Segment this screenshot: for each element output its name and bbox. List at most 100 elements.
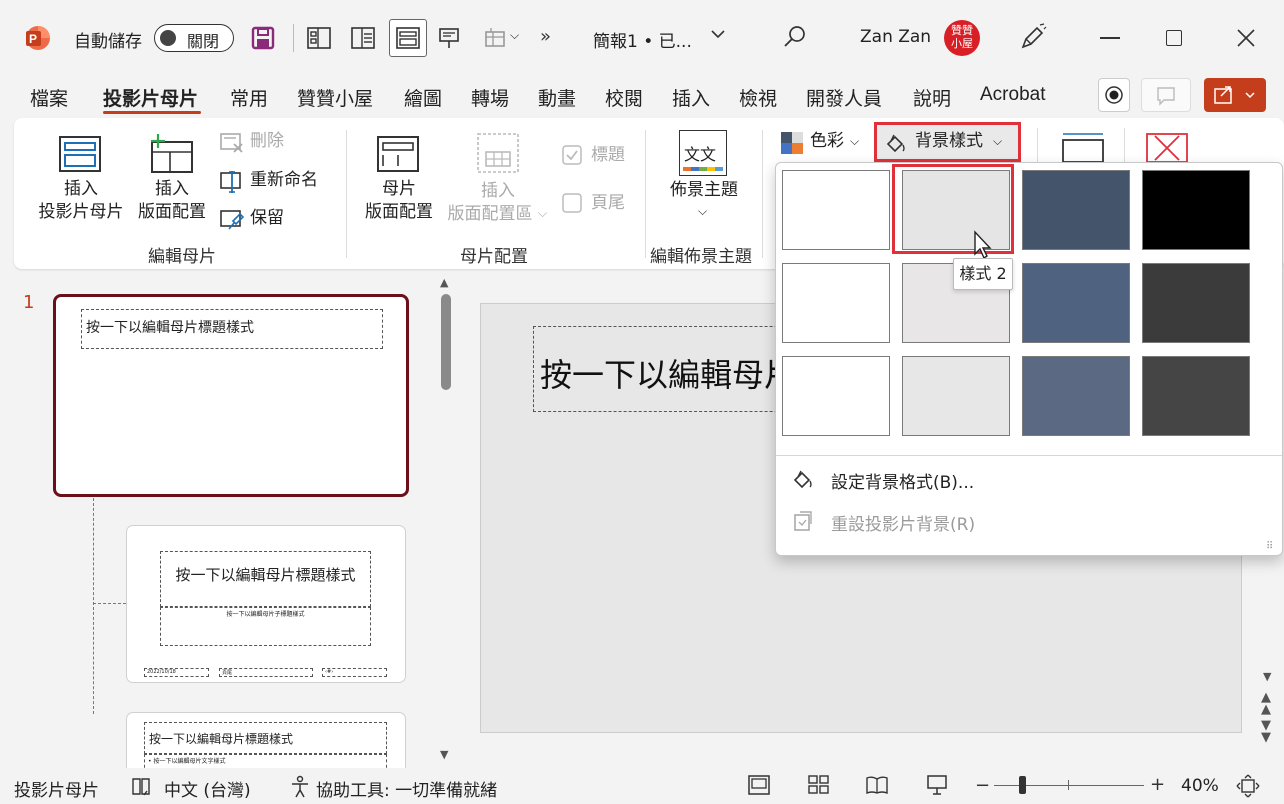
background-style-swatch[interactable]: [1018, 260, 1138, 353]
zoom-slider-track[interactable]: [994, 785, 1144, 786]
insert-slide-master-button[interactable]: 插入 投影片母片: [39, 130, 124, 230]
zoom-slider-thumb[interactable]: [1019, 776, 1026, 794]
slide-master-thumbnail[interactable]: 按一下以編輯母片標題樣式: [53, 294, 409, 497]
outline-view-button[interactable]: [346, 21, 380, 55]
save-button[interactable]: [246, 21, 280, 55]
tab-insert[interactable]: 插入: [672, 84, 710, 111]
tab-draw[interactable]: 繪圖: [404, 84, 442, 111]
layout-thumbnail-content[interactable]: 按一下以編輯母片標題樣式 • 按一下以編輯母片文字樣式: [127, 713, 405, 773]
menu-divider: [776, 455, 1282, 456]
comments-button[interactable]: [1141, 78, 1191, 112]
zoom-in-button[interactable]: +: [1150, 774, 1165, 795]
status-accessibility[interactable]: 協助工具: 一切準備就緒: [316, 776, 497, 801]
normal-view-button[interactable]: [302, 21, 336, 55]
rename-icon: [220, 171, 241, 193]
tree-connector: [93, 603, 126, 604]
footer-checkbox[interactable]: 頁尾: [562, 192, 632, 216]
slides-pane-scrollbar[interactable]: ▲ ▼: [435, 272, 457, 766]
master-layout-button[interactable]: 母片 版面配置: [362, 130, 436, 230]
tab-review[interactable]: 校閱: [605, 84, 643, 111]
tab-transitions[interactable]: 轉場: [471, 84, 509, 111]
insert-placeholder-label-1: 插入: [481, 181, 515, 201]
search-icon[interactable]: [782, 24, 808, 50]
slideshow-icon[interactable]: [925, 774, 949, 796]
save-icon: [251, 26, 275, 50]
slide-size-button[interactable]: [1060, 130, 1106, 162]
previous-slide-icon[interactable]: ▲ ▲: [1261, 691, 1271, 716]
format-background-menu-item[interactable]: 設定背景格式(B)...: [776, 460, 1282, 498]
background-style-swatch[interactable]: [1018, 353, 1138, 446]
close-master-view-button[interactable]: [1145, 132, 1191, 162]
accessibility-icon[interactable]: [288, 775, 312, 799]
tab-help[interactable]: 說明: [913, 84, 951, 111]
scroll-down-icon[interactable]: ▼: [440, 748, 448, 761]
notes-book-icon[interactable]: [130, 776, 152, 798]
status-language[interactable]: 中文 (台灣): [164, 776, 251, 801]
background-styles-button[interactable]: 背景樣式 ⌵: [874, 122, 1021, 162]
background-style-swatch[interactable]: [898, 353, 1018, 446]
preserve-button[interactable]: 保留: [220, 207, 320, 233]
background-style-swatch[interactable]: [1138, 353, 1258, 446]
tab-custom[interactable]: 贊贊小屋: [297, 84, 373, 111]
insert-placeholder-button[interactable]: 插入 版面配置區 ⌵: [444, 130, 552, 230]
filename-chevron-icon[interactable]: [708, 24, 728, 44]
background-style-swatch[interactable]: [778, 260, 898, 353]
tab-slide-master[interactable]: 投影片母片: [103, 84, 198, 111]
user-name[interactable]: Zan Zan: [860, 27, 931, 47]
reading-view-icon[interactable]: [866, 775, 888, 795]
colors-button[interactable]: 色彩 ⌵: [778, 128, 866, 158]
background-style-swatch[interactable]: [898, 167, 1018, 260]
scroll-up-icon[interactable]: ▲: [440, 276, 448, 289]
tab-file[interactable]: 檔案: [30, 84, 68, 111]
present-button[interactable]: [432, 21, 466, 55]
avatar[interactable]: 贊贊小屋: [944, 20, 980, 56]
maximize-button[interactable]: [1166, 30, 1182, 46]
close-button[interactable]: [1236, 28, 1256, 48]
insert-master-label-1: 插入: [64, 179, 98, 199]
reset-background-label: 重設投影片背景(R): [831, 515, 976, 535]
reset-background-menu-item[interactable]: 重設投影片背景(R): [776, 502, 1282, 540]
autosave-toggle[interactable]: 關閉: [154, 24, 234, 52]
title-checkbox[interactable]: 標題: [562, 144, 632, 168]
share-button[interactable]: [1204, 78, 1266, 112]
tab-acrobat[interactable]: Acrobat: [980, 84, 1045, 106]
more-commands-icon[interactable]: »: [540, 26, 551, 47]
background-style-swatch[interactable]: [778, 353, 898, 446]
insert-table-button[interactable]: [478, 21, 512, 55]
rename-button[interactable]: 重新命名: [220, 169, 330, 195]
swatch-fill: [1142, 263, 1250, 343]
pen-icon[interactable]: [1018, 22, 1048, 52]
insert-layout-button[interactable]: 插入 版面配置: [134, 130, 210, 230]
zoom-out-button[interactable]: −: [975, 775, 990, 796]
chevron-down-icon[interactable]: ⌵: [510, 28, 519, 43]
background-style-swatch[interactable]: [1018, 167, 1138, 260]
fit-to-window-icon[interactable]: [1236, 774, 1260, 798]
tab-developer[interactable]: 開發人員: [806, 84, 882, 111]
tab-view[interactable]: 檢視: [739, 84, 777, 111]
background-style-swatch[interactable]: [778, 167, 898, 260]
tab-home[interactable]: 常用: [230, 84, 268, 111]
resize-grip-icon[interactable]: ⠿: [1266, 541, 1273, 552]
master-layout-label-2: 版面配置: [365, 202, 433, 222]
tab-animations[interactable]: 動畫: [538, 84, 576, 111]
layout-thumbnail-title[interactable]: 按一下以編輯母片標題樣式 按一下以編輯母片子標題樣式 2022/10/18 頁尾…: [127, 526, 405, 682]
next-slide-icon[interactable]: ▼ ▼: [1261, 719, 1271, 744]
themes-button[interactable]: 文文 佈景主題 ⌵: [660, 128, 748, 228]
scroll-down-icon[interactable]: ▼: [1263, 670, 1271, 683]
editor-scrollbar[interactable]: ▼ ▲ ▲ ▼ ▼: [1257, 660, 1281, 766]
master-view-button[interactable]: [389, 19, 427, 57]
zoom-level[interactable]: 40%: [1181, 776, 1219, 796]
file-name[interactable]: 簡報1 • 已...: [593, 27, 692, 52]
slide-sorter-icon[interactable]: [808, 775, 830, 795]
background-style-swatch[interactable]: [1138, 167, 1258, 260]
normal-view-icon[interactable]: [748, 775, 770, 795]
minimize-button[interactable]: [1100, 37, 1120, 39]
scrollbar-thumb[interactable]: [441, 294, 451, 390]
checkbox-unchecked-icon: [562, 193, 582, 213]
background-style-swatch[interactable]: [1138, 260, 1258, 353]
zoom-slider-center-mark: [1068, 780, 1069, 790]
record-button[interactable]: [1098, 78, 1130, 112]
layout-subtitle-text: 按一下以編輯母片子標題樣式: [226, 611, 305, 618]
delete-button[interactable]: 刪除: [220, 130, 320, 156]
presenter-icon: [439, 28, 459, 48]
